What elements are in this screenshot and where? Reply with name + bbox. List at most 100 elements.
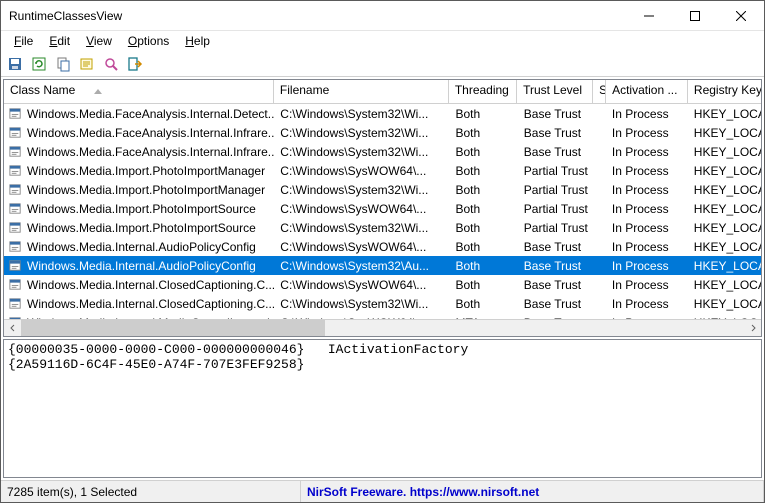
class-icon [8,182,23,197]
class-name-cell: Windows.Media.Internal.ClosedCaptioning.… [27,278,274,292]
filename-cell: C:\Windows\System32\Wi... [274,126,449,140]
class-name-cell: Windows.Media.Internal.AudioPolicyConfig [27,240,256,254]
menu-view[interactable]: View [79,33,119,49]
activation-cell: In Process [606,240,688,254]
filename-cell: C:\Windows\System32\Wi... [274,183,449,197]
registry-cell: HKEY_LOCA [688,240,761,254]
filename-cell: C:\Windows\SysWOW64\... [274,164,449,178]
activation-cell: In Process [606,107,688,121]
class-icon [8,239,23,254]
column-headers: Class Name Filename Threading Trust Leve… [4,80,761,104]
table-row[interactable]: Windows.Media.FaceAnalysis.Internal.Dete… [4,104,761,123]
table-row[interactable]: Windows.Media.Import.PhotoImportManager C… [4,161,761,180]
details-pane[interactable]: {00000035-0000-0000-C000-000000000046} I… [3,339,762,478]
trust-cell: Partial Trust [518,202,594,216]
save-icon[interactable] [5,54,25,74]
class-icon [8,277,23,292]
filename-cell: C:\Windows\System32\Wi... [274,297,449,311]
copy-icon[interactable] [53,54,73,74]
threading-cell: Both [449,278,517,292]
table-row[interactable]: Windows.Media.Internal.ClosedCaptioning.… [4,294,761,313]
col-s[interactable]: S [593,80,606,103]
activation-cell: In Process [606,278,688,292]
filename-cell: C:\Windows\System32\Wi... [274,145,449,159]
class-icon [8,296,23,311]
col-filename[interactable]: Filename [274,80,449,103]
exit-icon[interactable] [125,54,145,74]
properties-icon[interactable] [77,54,97,74]
class-name-cell: Windows.Media.Import.PhotoImportManager [27,164,265,178]
table-row[interactable]: Windows.Media.Import.PhotoImportSourceC:… [4,199,761,218]
table-row[interactable]: Windows.Media.Internal.AudioPolicyConfig… [4,237,761,256]
threading-cell: Both [449,221,517,235]
registry-cell: HKEY_LOCA [688,297,761,311]
nirsoft-link[interactable]: NirSoft Freeware. https://www.nirsoft.ne… [307,485,539,499]
col-trust-level[interactable]: Trust Level [517,80,593,103]
menu-options[interactable]: Options [121,33,176,49]
class-name-cell: Windows.Media.FaceAnalysis.Internal.Infr… [27,145,274,159]
table-row[interactable]: Windows.Media.Import.PhotoImportSource C:… [4,218,761,237]
class-name-cell: Windows.Media.FaceAnalysis.Internal.Infr… [27,126,274,140]
minimize-button[interactable] [626,1,672,31]
list-view[interactable]: Class Name Filename Threading Trust Leve… [3,79,762,337]
threading-cell: Both [449,202,517,216]
maximize-button[interactable] [672,1,718,31]
threading-cell: Both [449,126,517,140]
col-class-name[interactable]: Class Name [4,80,274,103]
horizontal-scrollbar[interactable] [4,319,761,336]
scroll-track[interactable] [21,320,744,337]
table-row[interactable]: Windows.Media.FaceAnalysis.Internal.Infr… [4,123,761,142]
registry-cell: HKEY_LOCA [688,107,761,121]
registry-cell: HKEY_LOCA [688,183,761,197]
trust-cell: Base Trust [518,278,594,292]
refresh-icon[interactable] [29,54,49,74]
class-name-cell: Windows.Media.Import.PhotoImportManager [27,183,265,197]
col-threading[interactable]: Threading [449,80,517,103]
class-name-cell: Windows.Media.Import.PhotoImportSource [27,221,256,235]
trust-cell: Base Trust [518,145,594,159]
threading-cell: Both [449,240,517,254]
find-icon[interactable] [101,54,121,74]
scroll-right-icon[interactable] [744,320,761,337]
class-name-cell: Windows.Media.Internal.AudioPolicyConfig [27,259,256,273]
threading-cell: Both [449,297,517,311]
activation-cell: In Process [606,297,688,311]
activation-cell: In Process [606,126,688,140]
table-row[interactable]: Windows.Media.Internal.AudioPolicyConfig… [4,256,761,275]
class-icon [8,163,23,178]
col-registry-key[interactable]: Registry Key [688,80,761,103]
registry-cell: HKEY_LOCA [688,221,761,235]
statusbar: 7285 item(s), 1 Selected NirSoft Freewar… [1,480,764,502]
interface-name: IActivationFactory [328,342,468,357]
class-icon [8,258,23,273]
activation-cell: In Process [606,259,688,273]
activation-cell: In Process [606,164,688,178]
activation-cell: In Process [606,202,688,216]
menu-help[interactable]: Help [178,33,217,49]
menubar: File Edit View Options Help [1,31,764,51]
table-row[interactable]: Windows.Media.Internal.ClosedCaptioning.… [4,275,761,294]
threading-cell: Both [449,183,517,197]
filename-cell: C:\Windows\System32\Wi... [274,221,449,235]
table-row[interactable]: Windows.Media.Import.PhotoImportManager C… [4,180,761,199]
scroll-thumb[interactable] [21,320,325,337]
col-activation[interactable]: Activation ... [606,80,688,103]
menu-edit[interactable]: Edit [42,33,77,49]
activation-cell: In Process [606,183,688,197]
menu-file[interactable]: File [7,33,40,49]
registry-cell: HKEY_LOCA [688,259,761,273]
trust-cell: Partial Trust [518,221,594,235]
class-icon [8,125,23,140]
trust-cell: Base Trust [518,240,594,254]
scroll-left-icon[interactable] [4,320,21,337]
close-button[interactable] [718,1,764,31]
class-name-cell: Windows.Media.Internal.ClosedCaptioning.… [27,297,274,311]
class-name-cell: Windows.Media.Import.PhotoImportSource [27,202,256,216]
threading-cell: Both [449,107,517,121]
class-icon [8,144,23,159]
class-icon [8,220,23,235]
table-row[interactable]: Windows.Media.FaceAnalysis.Internal.Infr… [4,142,761,161]
toolbar [1,51,764,77]
registry-cell: HKEY_LOCA [688,145,761,159]
titlebar[interactable]: RuntimeClassesView [1,1,764,31]
